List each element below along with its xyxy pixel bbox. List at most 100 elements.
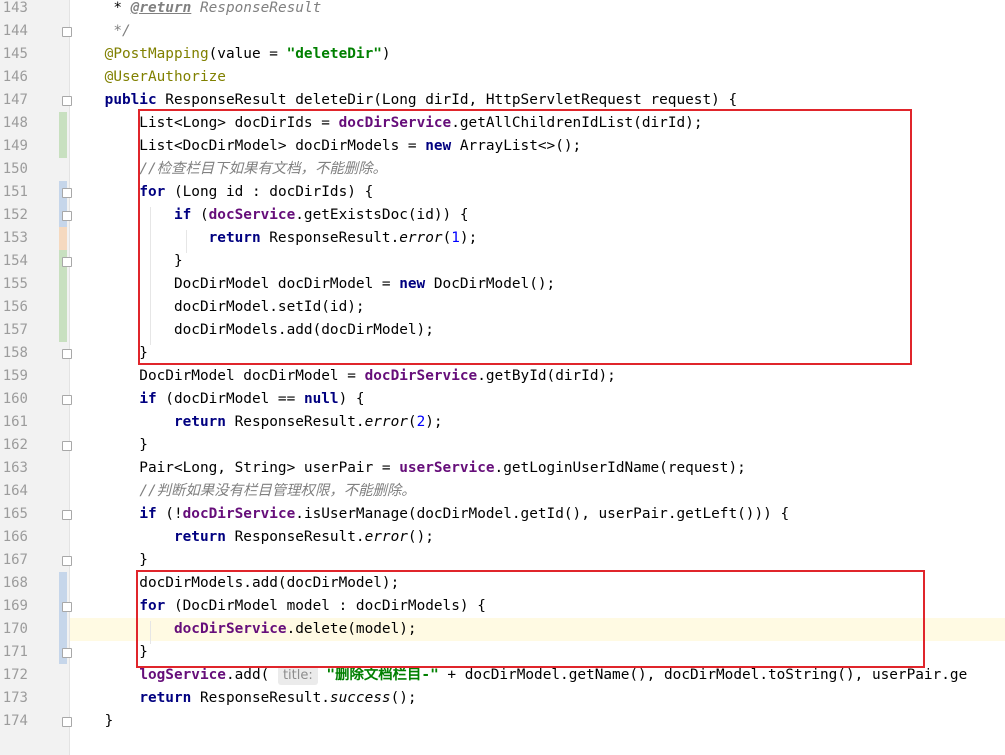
- code-line[interactable]: 161 return ResponseResult.error(2);: [0, 411, 1005, 434]
- code-token: .add(: [225, 667, 278, 683]
- code-line[interactable]: 173 return ResponseResult.success();: [0, 687, 1005, 710]
- code-text[interactable]: DocDirModel docDirModel = docDirService.…: [70, 365, 1005, 388]
- line-number: 155: [2, 276, 28, 292]
- line-number: 174: [2, 713, 28, 729]
- line-number: 170: [2, 621, 28, 637]
- line-number: 163: [2, 460, 28, 476]
- code-token: .isUserManage(docDirModel.getId(), userP…: [295, 506, 790, 522]
- code-area: @UserAuthorize: [70, 66, 1005, 89]
- code-area: //判断如果没有栏目管理权限，不能删除。: [70, 480, 1005, 503]
- code-line[interactable]: 167 }: [0, 549, 1005, 572]
- code-line[interactable]: 159 DocDirModel docDirModel = docDirServ…: [0, 365, 1005, 388]
- line-number: 156: [2, 299, 28, 315]
- code-token: }: [70, 437, 148, 453]
- line-number: 167: [2, 552, 28, 568]
- line-number: 150: [2, 161, 28, 177]
- code-token: DocDirModel docDirModel =: [70, 368, 365, 384]
- code-token: public: [104, 92, 157, 108]
- highlight-box-bottom: [136, 570, 925, 668]
- code-text[interactable]: @UserAuthorize: [70, 66, 1005, 89]
- code-text[interactable]: * @return ResponseResult: [70, 0, 1005, 20]
- code-token: if: [139, 391, 157, 407]
- change-marker[interactable]: [59, 319, 67, 342]
- line-number: 147: [2, 92, 28, 108]
- code-line[interactable]: 165 if (!docDirService.isUserManage(docD…: [0, 503, 1005, 526]
- code-token: "删除文档栏目-": [326, 667, 439, 683]
- code-text[interactable]: Pair<Long, String> userPair = userServic…: [70, 457, 1005, 480]
- line-number: 143: [2, 0, 28, 16]
- code-token: */: [70, 23, 131, 39]
- line-number: 149: [2, 138, 28, 154]
- change-marker[interactable]: [59, 227, 67, 250]
- code-text[interactable]: */: [70, 20, 1005, 43]
- code-text[interactable]: //判断如果没有栏目管理权限，不能删除。: [70, 480, 1005, 503]
- code-line[interactable]: 143 * @return ResponseResult: [0, 0, 1005, 20]
- code-line[interactable]: 144 */: [0, 20, 1005, 43]
- code-token: ();: [407, 529, 434, 545]
- code-token: return: [173, 529, 226, 545]
- line-number: 159: [2, 368, 28, 384]
- change-marker[interactable]: [59, 296, 67, 319]
- code-text[interactable]: return ResponseResult.error(2);: [70, 411, 1005, 434]
- code-token: );: [425, 414, 443, 430]
- code-token: null: [303, 391, 339, 407]
- code-token: logService: [139, 667, 226, 683]
- code-token: docDirService: [182, 506, 296, 522]
- code-area: }: [70, 710, 1005, 733]
- code-line[interactable]: 162 }: [0, 434, 1005, 457]
- code-area: return ResponseResult.error(2);: [70, 411, 1005, 434]
- code-area: }: [70, 549, 1005, 572]
- code-token: ) {: [338, 391, 365, 407]
- line-number: 161: [2, 414, 28, 430]
- code-token: ();: [390, 690, 417, 706]
- code-line[interactable]: 160 if (docDirModel == null) {: [0, 388, 1005, 411]
- code-text[interactable]: }: [70, 549, 1005, 572]
- change-marker[interactable]: [59, 135, 67, 158]
- code-token: (!: [156, 506, 183, 522]
- code-text[interactable]: if (!docDirService.isUserManage(docDirMo…: [70, 503, 1005, 526]
- change-marker[interactable]: [59, 618, 67, 641]
- code-text[interactable]: return ResponseResult.error();: [70, 526, 1005, 549]
- code-token: return: [173, 414, 226, 430]
- code-line[interactable]: 174 }: [0, 710, 1005, 733]
- code-token: }: [70, 713, 114, 729]
- code-token: ): [381, 46, 391, 62]
- change-marker[interactable]: [59, 572, 67, 595]
- code-line[interactable]: 166 return ResponseResult.error();: [0, 526, 1005, 549]
- code-line[interactable]: 146 @UserAuthorize: [0, 66, 1005, 89]
- line-number: 153: [2, 230, 28, 246]
- code-token: docDirService: [364, 368, 478, 384]
- code-token: ResponseResult deleteDir(Long dirId, Htt…: [156, 92, 738, 108]
- code-line[interactable]: 164 //判断如果没有栏目管理权限，不能删除。: [0, 480, 1005, 503]
- code-text[interactable]: }: [70, 434, 1005, 457]
- code-text[interactable]: }: [70, 710, 1005, 733]
- code-area: }: [70, 434, 1005, 457]
- code-token: (value =: [208, 46, 287, 62]
- code-line[interactable]: 163 Pair<Long, String> userPair = userSe…: [0, 457, 1005, 480]
- line-number: 151: [2, 184, 28, 200]
- change-marker[interactable]: [59, 273, 67, 296]
- line-number: 168: [2, 575, 28, 591]
- line-number: 164: [2, 483, 28, 499]
- code-token: (docDirModel ==: [156, 391, 304, 407]
- code-editor[interactable]: 143 * @return ResponseResult 144 */145 @P…: [0, 0, 1005, 755]
- code-token: "deleteDir": [286, 46, 382, 62]
- line-number: 171: [2, 644, 28, 660]
- code-text[interactable]: return ResponseResult.success();: [70, 687, 1005, 710]
- code-text[interactable]: @PostMapping(value = "deleteDir"): [70, 43, 1005, 66]
- code-token: ResponseResult.: [225, 414, 365, 430]
- code-token: error: [364, 414, 408, 430]
- code-line[interactable]: 145 @PostMapping(value = "deleteDir"): [0, 43, 1005, 66]
- line-number: 162: [2, 437, 28, 453]
- line-number: 154: [2, 253, 28, 269]
- code-area: return ResponseResult.error();: [70, 526, 1005, 549]
- change-marker[interactable]: [59, 112, 67, 135]
- code-text[interactable]: if (docDirModel == null) {: [70, 388, 1005, 411]
- code-token: @PostMapping: [104, 46, 209, 62]
- line-number: 144: [2, 23, 28, 39]
